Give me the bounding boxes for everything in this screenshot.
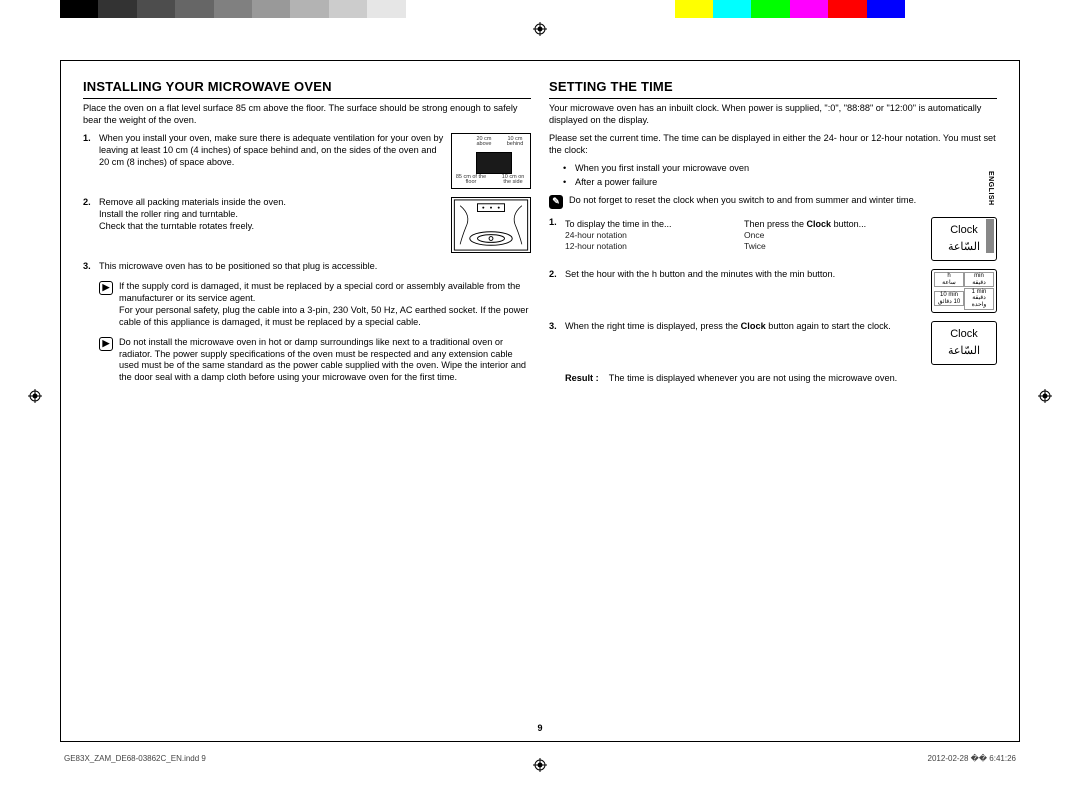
dst-warning: ✎ Do not forget to reset the clock when … [549, 195, 997, 209]
time-step-3-text: When the right time is displayed, press … [565, 321, 923, 333]
step1-row-24h: 24-hour notation [565, 230, 744, 241]
info-icon: ▶ [99, 281, 113, 295]
step1-row-12h: 12-hour notation [565, 241, 744, 252]
install-step-1-text: When you install your oven, make sure th… [99, 133, 445, 189]
manual-page: INSTALLING YOUR MICROWAVE OVEN Place the… [60, 60, 1020, 742]
page-number: 9 [537, 723, 542, 735]
time-bullets: When you first install your microwave ov… [549, 163, 997, 189]
bullet-power-failure: After a power failure [563, 177, 997, 189]
info-icon: ▶ [99, 337, 113, 351]
step1-col-b-head: Then press the Clock button... [744, 219, 923, 231]
print-color-bar [60, 0, 1020, 18]
install-step-2-text: Remove all packing materials inside the … [99, 197, 445, 253]
step1-row-twice: Twice [744, 241, 923, 252]
dst-warning-text: Do not forget to reset the clock when yo… [569, 195, 916, 209]
language-tab-label: ENGLISH [986, 171, 995, 206]
clock-button-en-2: Clock [950, 327, 978, 341]
language-tab: ENGLISH [983, 169, 997, 259]
clock-button-ar: السّاعة [948, 240, 980, 254]
install-step-1: When you install your oven, make sure th… [83, 133, 531, 189]
result-text: The time is displayed whenever you are n… [609, 373, 898, 385]
footer-timestamp: 2012-02-28 �� 6:41:26 [928, 754, 1016, 764]
registration-mark-left [28, 389, 42, 403]
time-step-3: When the right time is displayed, press … [549, 321, 997, 365]
heading-setting-time: SETTING THE TIME [549, 79, 997, 99]
registration-mark-top [533, 22, 547, 36]
time-intro-1: Your microwave oven has an inbuilt clock… [549, 103, 997, 127]
right-column: SETTING THE TIME Your microwave oven has… [549, 79, 997, 727]
footer-filename: GE83X_ZAM_DE68-03862C_EN.indd 9 [64, 754, 206, 764]
heading-installing: INSTALLING YOUR MICROWAVE OVEN [83, 79, 531, 99]
clearance-diagram: 20 cm above 10 cm behind 85 cm of the fl… [451, 133, 531, 189]
time-step-2-text: Set the hour with the h button and the m… [565, 269, 923, 281]
left-column: INSTALLING YOUR MICROWAVE OVEN Place the… [83, 79, 531, 727]
result-row: Result : The time is displayed whenever … [565, 373, 997, 385]
step1-col-a-head: To display the time in the... [565, 219, 744, 231]
warning-icon: ✎ [549, 195, 563, 209]
print-footer: GE83X_ZAM_DE68-03862C_EN.indd 9 2012-02-… [64, 754, 1016, 764]
clock-button-en: Clock [950, 223, 978, 237]
bullet-first-install: When you first install your microwave ov… [563, 163, 997, 175]
placement-warning-text: Do not install the microwave oven in hot… [119, 337, 531, 385]
install-step-3: This microwave oven has to be positioned… [83, 261, 531, 273]
supply-cord-note: ▶ If the supply cord is damaged, it must… [99, 281, 531, 329]
time-intro-2: Please set the current time. The time ca… [549, 133, 997, 157]
supply-cord-note-text: If the supply cord is damaged, it must b… [119, 281, 531, 329]
placement-warning-note: ▶ Do not install the microwave oven in h… [99, 337, 531, 385]
install-intro: Place the oven on a flat level surface 8… [83, 103, 531, 127]
install-step-2: Remove all packing materials inside the … [83, 197, 531, 253]
step1-row-once: Once [744, 230, 923, 241]
registration-mark-right [1038, 389, 1052, 403]
h-min-button-graphic: hساعة minدقيقة 10 min10 دقائق 1 minدقيقة… [931, 269, 997, 313]
time-step-2: Set the hour with the h button and the m… [549, 269, 997, 313]
time-step-1: To display the time in the... 24-hour no… [549, 217, 997, 261]
clock-button-ar-2: السّاعة [948, 344, 980, 358]
result-label: Result : [565, 373, 599, 385]
clock-button-graphic-2: Clock السّاعة [931, 321, 997, 365]
turntable-diagram [451, 197, 531, 253]
